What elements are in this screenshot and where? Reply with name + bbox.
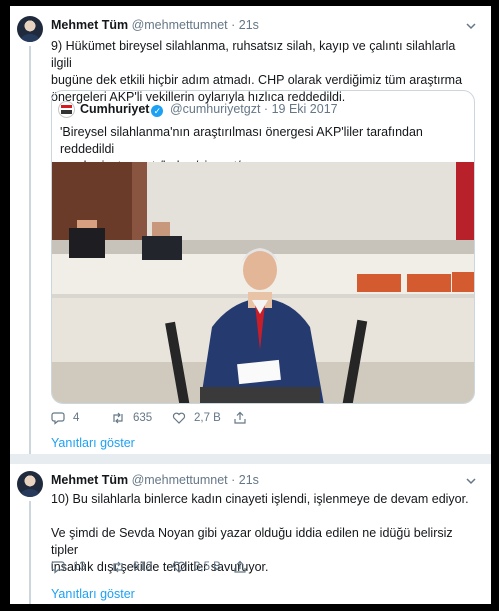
separator-dot: ·: [231, 18, 236, 32]
thread-line: [29, 46, 31, 464]
tweet-actions: 4 635 2,7 B: [51, 409, 471, 427]
author-handle[interactable]: @mehmettumnet: [132, 473, 228, 487]
tweet-text-line: 9) Hükümet bireysel silahlanma, ruhsatsı…: [51, 39, 456, 70]
timestamp[interactable]: 21s: [239, 18, 259, 32]
retweet-count: 635: [133, 412, 153, 424]
quoted-author-handle: @cumhuriyetgzt: [169, 102, 261, 116]
reply-action[interactable]: 4: [51, 409, 79, 427]
tweet-text-blank: [51, 508, 471, 525]
tweet-text-line: bugüne dek etkili hiçbir adım atmadı. CH…: [51, 73, 463, 87]
verified-badge-icon: ✓: [151, 105, 164, 117]
separator-dot: ·: [263, 102, 269, 116]
show-replies-link[interactable]: Yanıtları göster: [51, 436, 135, 450]
cumhuriyet-logo-icon: [58, 101, 75, 118]
thread-line: [29, 501, 31, 604]
retweet-action[interactable]: 612: [111, 558, 152, 576]
quoted-date: 19 Eki 2017: [271, 102, 338, 116]
quoted-author-name: Cumhuriyet: [80, 102, 150, 116]
share-icon[interactable]: [233, 411, 247, 425]
quoted-tweet-header: Cumhuriyet ✓ @cumhuriyetgzt · 19 Eki 2017: [80, 102, 338, 117]
reply-action[interactable]: 13: [51, 558, 86, 576]
quoted-tweet-photo[interactable]: [52, 162, 474, 403]
author-name[interactable]: Mehmet Tüm: [51, 18, 128, 32]
retweet-icon[interactable]: [111, 411, 125, 425]
avatar[interactable]: [17, 471, 43, 497]
timestamp[interactable]: 21s: [239, 473, 259, 487]
chevron-down-icon[interactable]: [465, 475, 477, 487]
retweet-count: 612: [133, 561, 153, 573]
like-action[interactable]: 3,5 B: [172, 558, 221, 576]
retweet-action[interactable]: 635: [111, 409, 152, 427]
tweet-header: Mehmet Tüm @mehmettumnet · 21s: [51, 473, 259, 487]
retweet-icon[interactable]: [111, 560, 125, 574]
like-count: 3,5 B: [194, 561, 221, 573]
author-handle[interactable]: @mehmettumnet: [132, 18, 228, 32]
separator-dot: ·: [231, 473, 236, 487]
reply-icon[interactable]: [51, 560, 65, 574]
parliament-speaker-photo: [52, 162, 474, 403]
author-name[interactable]: Mehmet Tüm: [51, 473, 128, 487]
tweet-10[interactable]: Mehmet Tüm @mehmettumnet · 21s 10) Bu si…: [10, 464, 491, 604]
share-action[interactable]: [233, 558, 255, 576]
reply-count: 13: [73, 561, 86, 573]
reply-icon[interactable]: [51, 411, 65, 425]
tweet-divider: [10, 454, 491, 464]
like-action[interactable]: 2,7 B: [172, 409, 221, 427]
tweet-header: Mehmet Tüm @mehmettumnet · 21s: [51, 18, 259, 32]
tweet-actions: 13 612 3,5 B: [51, 558, 471, 576]
like-count: 2,7 B: [194, 412, 221, 424]
avatar[interactable]: [17, 16, 43, 42]
tweet-text-line: 10) Bu silahlarla binlerce kadın cinayet…: [51, 492, 469, 506]
share-action[interactable]: [233, 409, 255, 427]
timeline: Mehmet Tüm @mehmettumnet · 21s 9) Hüküme…: [10, 6, 491, 604]
share-icon[interactable]: [233, 560, 247, 574]
tweet-text-line: Ve şimdi de Sevda Noyan gibi yazar olduğ…: [51, 526, 453, 557]
show-replies-link[interactable]: Yanıtları göster: [51, 587, 135, 601]
heart-icon[interactable]: [172, 411, 186, 425]
heart-icon[interactable]: [172, 560, 186, 574]
quoted-text-line: 'Bireysel silahlanma'nın araştırılması ö…: [60, 125, 423, 156]
tweet-9[interactable]: Mehmet Tüm @mehmettumnet · 21s 9) Hüküme…: [10, 6, 491, 464]
chevron-down-icon[interactable]: [465, 20, 477, 32]
quoted-tweet[interactable]: Cumhuriyet ✓ @cumhuriyetgzt · 19 Eki 2017…: [51, 90, 475, 404]
reply-count: 4: [73, 412, 80, 424]
